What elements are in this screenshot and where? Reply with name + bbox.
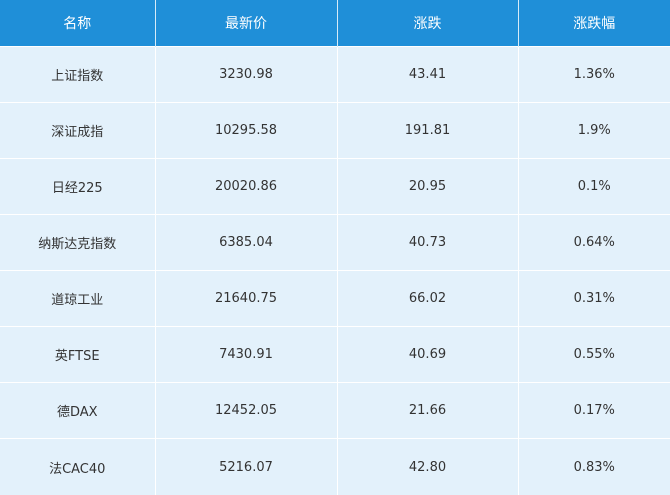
cell-change: 43.41: [337, 46, 519, 103]
cell-change-percent: 1.36%: [518, 46, 670, 103]
table-row: 日经225 20020.86 20.95 0.1%: [0, 158, 670, 215]
table-row: 英FTSE 7430.91 40.69 0.55%: [0, 326, 670, 383]
cell-name: 法CAC40: [0, 438, 156, 495]
table-row: 德DAX 12452.05 21.66 0.17%: [0, 382, 670, 439]
market-index-table: 名称 最新价 涨跌 涨跌幅 上证指数 3230.98 43.41 1.36% 深…: [0, 0, 670, 495]
cell-name: 德DAX: [0, 382, 156, 439]
cell-change: 191.81: [337, 102, 519, 159]
cell-latest-price: 3230.98: [155, 46, 338, 103]
cell-name: 道琼工业: [0, 270, 156, 327]
table-row: 纳斯达克指数 6385.04 40.73 0.64%: [0, 214, 670, 271]
header-change[interactable]: 涨跌: [337, 0, 519, 47]
cell-change: 66.02: [337, 270, 519, 327]
cell-name: 英FTSE: [0, 326, 156, 383]
cell-latest-price: 21640.75: [155, 270, 338, 327]
cell-change: 40.73: [337, 214, 519, 271]
cell-name: 日经225: [0, 158, 156, 215]
table-row: 深证成指 10295.58 191.81 1.9%: [0, 102, 670, 159]
cell-latest-price: 5216.07: [155, 438, 338, 495]
header-latest-price[interactable]: 最新价: [155, 0, 338, 47]
cell-change: 42.80: [337, 438, 519, 495]
table-header: 名称 最新价 涨跌 涨跌幅: [0, 0, 670, 47]
cell-change: 40.69: [337, 326, 519, 383]
cell-change-percent: 0.83%: [518, 438, 670, 495]
cell-change-percent: 0.31%: [518, 270, 670, 327]
table-body: 上证指数 3230.98 43.41 1.36% 深证成指 10295.58 1…: [0, 46, 670, 495]
table-row: 道琼工业 21640.75 66.02 0.31%: [0, 270, 670, 327]
cell-change-percent: 0.64%: [518, 214, 670, 271]
cell-latest-price: 12452.05: [155, 382, 338, 439]
market-index-table-container: 名称 最新价 涨跌 涨跌幅 上证指数 3230.98 43.41 1.36% 深…: [0, 0, 670, 495]
header-name[interactable]: 名称: [0, 0, 156, 47]
cell-change-percent: 0.17%: [518, 382, 670, 439]
cell-change-percent: 0.1%: [518, 158, 670, 215]
cell-latest-price: 6385.04: [155, 214, 338, 271]
cell-name: 上证指数: [0, 46, 156, 103]
cell-change: 21.66: [337, 382, 519, 439]
cell-change-percent: 0.55%: [518, 326, 670, 383]
header-row: 名称 最新价 涨跌 涨跌幅: [0, 0, 670, 47]
table-row: 法CAC40 5216.07 42.80 0.83%: [0, 438, 670, 495]
cell-latest-price: 20020.86: [155, 158, 338, 215]
cell-latest-price: 7430.91: [155, 326, 338, 383]
cell-latest-price: 10295.58: [155, 102, 338, 159]
cell-name: 纳斯达克指数: [0, 214, 156, 271]
cell-change: 20.95: [337, 158, 519, 215]
cell-name: 深证成指: [0, 102, 156, 159]
cell-change-percent: 1.9%: [518, 102, 670, 159]
header-change-percent[interactable]: 涨跌幅: [518, 0, 670, 47]
table-row: 上证指数 3230.98 43.41 1.36%: [0, 46, 670, 103]
